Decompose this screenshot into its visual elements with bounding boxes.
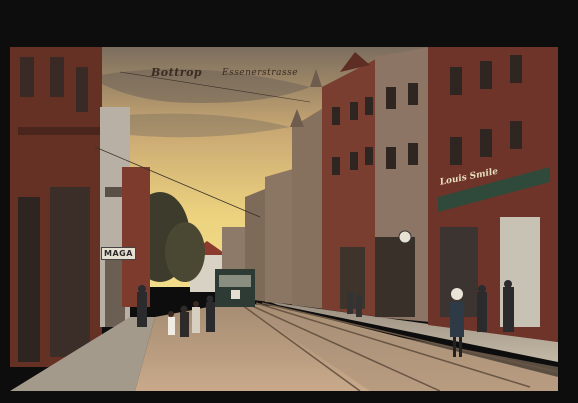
street-scene <box>10 47 558 391</box>
tram <box>215 269 255 307</box>
caption-city: Bottrop <box>151 66 203 79</box>
clock-icon <box>398 230 412 244</box>
shop-window <box>375 237 415 317</box>
right-building <box>292 107 325 309</box>
left-building <box>122 167 150 307</box>
tree <box>165 222 205 282</box>
shop-sign-left: MAGA <box>101 247 136 260</box>
postcard-photo <box>10 47 558 391</box>
postcard-frame: Bottrop Essenerstrasse MAGA Louis Smile <box>0 0 578 403</box>
caption-street: Essenerstrasse <box>222 68 299 78</box>
